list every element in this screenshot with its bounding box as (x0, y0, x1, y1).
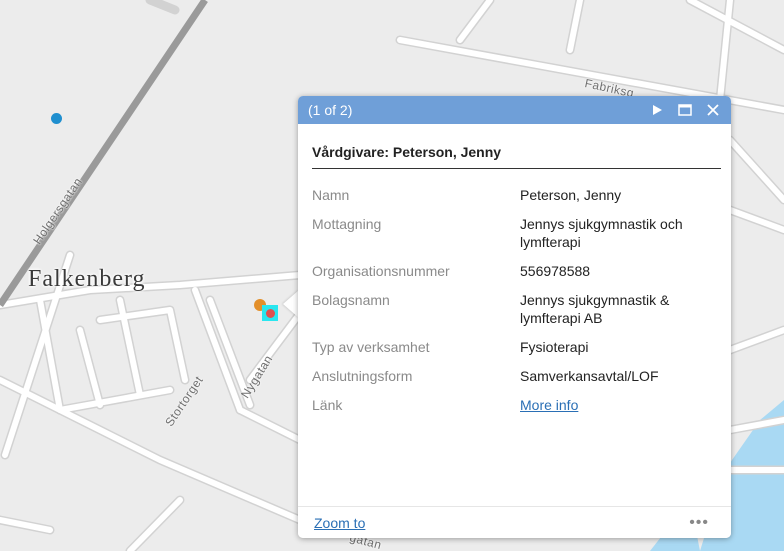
close-icon[interactable] (703, 100, 723, 120)
attribute-key: Typ av verksamhet (312, 339, 430, 355)
popup-header: (1 of 2) (298, 96, 731, 124)
city-label-falkenberg: Falkenberg (28, 266, 146, 292)
attribute-table: Namn Peterson, Jenny Mottagning Jennys sjuk… (312, 183, 721, 422)
attribute-row: Anslutningsform Samverkansavtal/LOF (312, 364, 721, 393)
map-marker-blue[interactable] (51, 113, 62, 124)
maximize-icon[interactable] (675, 100, 695, 120)
attribute-row: Organisationsnummer 556978588 (312, 259, 721, 288)
popup-pointer (283, 290, 299, 318)
railway-line (0, 0, 208, 307)
more-info-link[interactable]: More info (520, 397, 578, 413)
attribute-key: Länk (312, 397, 343, 413)
play-next-icon[interactable] (647, 100, 667, 120)
attribute-value: Peterson, Jenny (520, 187, 622, 203)
attribute-value: Jennys sjukgymnastik & lymfterapi AB (520, 292, 670, 326)
attribute-value: Samverkansavtal/LOF (520, 368, 659, 384)
attribute-key: Anslutningsform (312, 368, 413, 384)
popup-footer: Zoom to ••• (298, 506, 731, 538)
attribute-key: Bolagsnamn (312, 292, 390, 308)
attribute-row: Namn Peterson, Jenny (312, 183, 721, 212)
more-actions-button[interactable]: ••• (689, 514, 709, 532)
attribute-value: 556978588 (520, 263, 591, 279)
popup-feature-counter: (1 of 2) (308, 102, 353, 118)
map-marker-selected[interactable] (266, 309, 275, 318)
popup-title: Vårdgivare: Peterson, Jenny (312, 124, 721, 169)
attribute-row: Länk More info (312, 393, 721, 422)
zoom-to-link[interactable]: Zoom to (314, 515, 365, 531)
attribute-value: More info (520, 393, 721, 422)
attribute-value: Fysioterapi (520, 339, 589, 355)
attribute-key: Mottagning (312, 216, 382, 232)
feature-popup: (1 of 2) Vårdgivare: Peterson, Jenny Nam… (298, 96, 731, 538)
attribute-key: Namn (312, 187, 350, 203)
attribute-value: Jennys sjukgymnastik och lymfterapi (520, 216, 683, 250)
attribute-row: Bolagsnamn Jennys sjukgymnastik & lymfter… (312, 288, 721, 335)
attribute-key: Organisationsnummer (312, 263, 450, 279)
attribute-row: Mottagning Jennys sjukgymnastik och lymft… (312, 212, 721, 259)
popup-body: Vårdgivare: Peterson, Jenny Namn Peterson… (298, 124, 731, 422)
map-view[interactable]: Holgersgatan Fabriksg Nygatan Stortorget… (0, 0, 784, 551)
attribute-row: Typ av verksamhet Fysioterapi (312, 335, 721, 364)
